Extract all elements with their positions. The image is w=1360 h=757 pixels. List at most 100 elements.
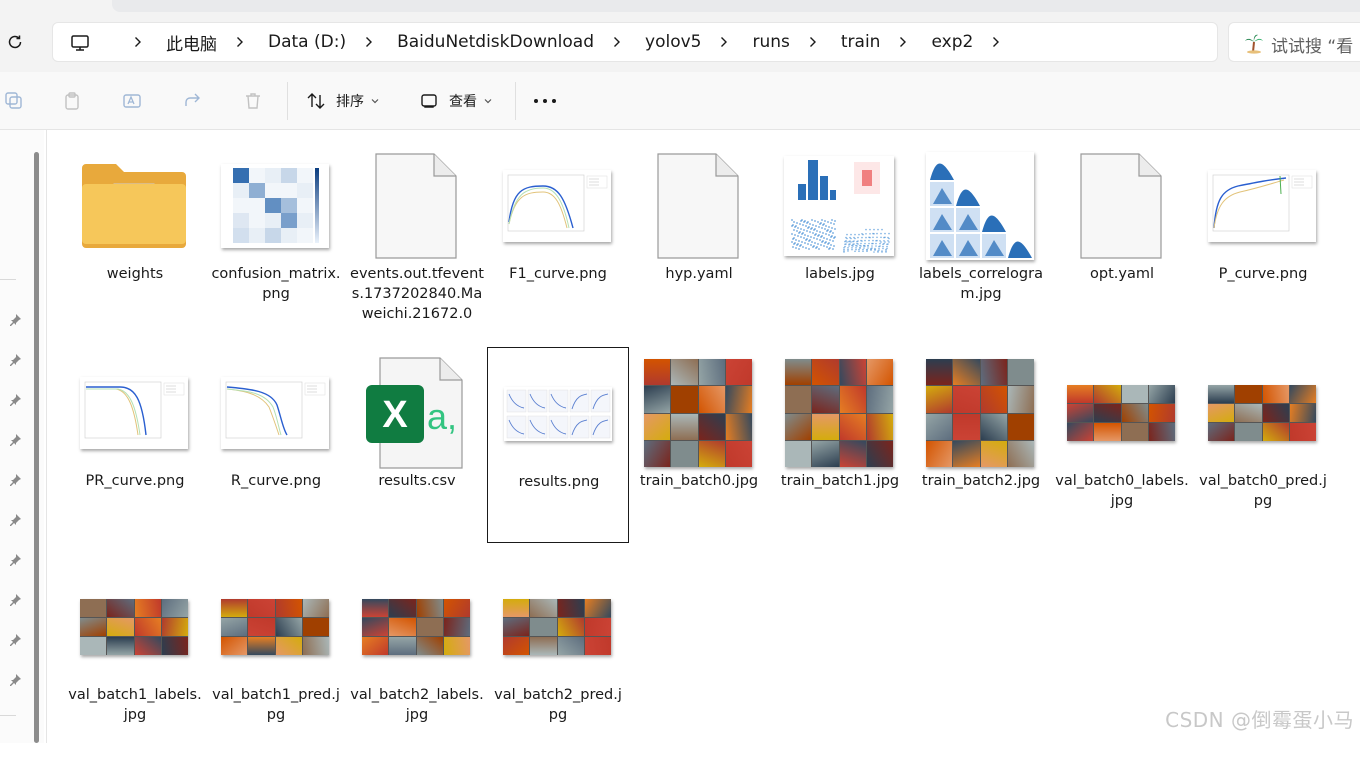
paste-icon[interactable] [62, 91, 82, 111]
breadcrumb-item[interactable]: exp2 [880, 32, 973, 52]
breadcrumb-label: 此电脑 [166, 34, 217, 55]
search-input[interactable]: 试试搜 “看 [1228, 22, 1360, 62]
chevron-right-icon[interactable] [131, 35, 145, 49]
breadcrumb-item[interactable]: BaiduNetdiskDownload [346, 32, 594, 52]
file-name: labels.jpg [805, 266, 875, 282]
file-item[interactable]: val_batch2_pred.jpg [487, 561, 629, 757]
file-name: opt.yaml [1090, 266, 1154, 282]
pin-icon[interactable] [8, 672, 22, 686]
file-item[interactable]: weights [64, 140, 206, 336]
file-item[interactable]: val_batch1_pred.jpg [205, 561, 347, 757]
file-name: results.csv [378, 473, 456, 489]
file-name: PR_curve.png [85, 473, 185, 489]
file-icon [356, 146, 476, 266]
file-item[interactable]: train_batch1.jpg [769, 347, 911, 543]
file-item[interactable]: PR_curve.png [64, 347, 206, 543]
file-item[interactable]: P_curve.png [1192, 140, 1334, 336]
pin-icon[interactable] [8, 432, 22, 446]
file-item[interactable]: hyp.yaml [628, 140, 770, 336]
breadcrumb-label: runs [752, 32, 790, 52]
breadcrumb-label: train [840, 32, 881, 52]
file-item[interactable]: confusion_matrix.png [205, 140, 347, 336]
file-name: val_batch1_labels.jpg [68, 687, 202, 723]
pin-icon[interactable] [8, 392, 22, 406]
pin-icon[interactable] [8, 312, 22, 326]
copy-icon[interactable] [4, 91, 24, 111]
pin-icon[interactable] [8, 352, 22, 366]
file-name: P_curve.png [1218, 266, 1308, 282]
breadcrumb-trailing-chevron[interactable] [973, 35, 1024, 49]
address-bar[interactable]: 此电脑 Data (D:) BaiduNetdiskDownload yolov5 ru… [52, 22, 1218, 62]
thumbnail [779, 353, 899, 473]
breadcrumb-item[interactable]: yolov5 [594, 32, 701, 52]
pin-icon[interactable] [8, 592, 22, 606]
file-item[interactable]: results.png [487, 347, 629, 543]
breadcrumb-item[interactable]: 此电脑 [115, 30, 217, 55]
file-name: labels_correlogram.jpg [919, 266, 1043, 302]
file-item[interactable]: val_batch0_pred.jpg [1192, 347, 1334, 543]
delete-icon[interactable] [243, 91, 263, 111]
share-icon[interactable] [183, 91, 203, 111]
pin-icon[interactable] [8, 552, 22, 566]
breadcrumb-item[interactable]: runs [701, 32, 790, 52]
this-pc-icon [71, 35, 89, 51]
file-item[interactable]: val_batch1_labels.jpg [64, 561, 206, 757]
breadcrumb: 此电脑 Data (D:) BaiduNetdiskDownload yolov5 ru… [115, 23, 1024, 61]
file-name: confusion_matrix.png [211, 266, 341, 302]
thumbnail [74, 353, 194, 473]
file-item[interactable]: opt.yaml [1051, 140, 1193, 336]
file-item[interactable]: labels.jpg [769, 140, 911, 336]
thumbnail [498, 354, 618, 474]
nav-scrollbar[interactable] [34, 152, 39, 743]
chevron-right-icon[interactable] [989, 35, 1003, 49]
sort-button[interactable]: 排序 [306, 87, 380, 115]
file-item[interactable]: val_batch2_labels.jpg [346, 561, 488, 757]
view-label: 查看 [449, 94, 477, 110]
breadcrumb-item[interactable]: Data (D:) [217, 32, 346, 52]
file-item[interactable]: F1_curve.png [487, 140, 629, 336]
file-name: hyp.yaml [665, 266, 733, 282]
refresh-icon [8, 35, 22, 49]
thumbnail [356, 567, 476, 687]
file-item[interactable]: R_curve.png [205, 347, 347, 543]
file-item[interactable]: train_batch0.jpg [628, 347, 770, 543]
file-name: R_curve.png [230, 473, 322, 489]
tab-edge [112, 0, 1360, 12]
chevron-right-icon[interactable] [806, 35, 820, 49]
breadcrumb-label: Data (D:) [268, 32, 347, 52]
breadcrumb-item[interactable]: train [790, 32, 881, 52]
thumbnail [74, 567, 194, 687]
file-item[interactable]: events.out.tfevents.1737202840.Maweichi.… [346, 140, 488, 336]
search-placeholder: 试试搜 “看 [1271, 37, 1354, 57]
pin-icon[interactable] [8, 512, 22, 526]
view-icon [421, 94, 437, 108]
refresh-button[interactable] [4, 31, 26, 53]
palm-tree-icon [1245, 34, 1263, 54]
chevron-right-icon[interactable] [717, 35, 731, 49]
rename-icon[interactable] [122, 91, 142, 111]
file-item[interactable]: labels_correlogram.jpg [910, 140, 1052, 336]
chevron-right-icon[interactable] [233, 35, 247, 49]
file-item[interactable]: train_batch2.jpg [910, 347, 1052, 543]
file-name: val_batch2_pred.jpg [494, 687, 622, 723]
nav-divider [0, 715, 16, 716]
command-bar: 排序 查看 [0, 72, 1360, 130]
chevron-right-icon[interactable] [896, 35, 910, 49]
folder-icon [74, 146, 194, 266]
nav-divider [0, 279, 16, 280]
pin-icon[interactable] [8, 472, 22, 486]
chevron-right-icon[interactable] [610, 35, 624, 49]
file-item[interactable]: val_batch0_labels.jpg [1051, 347, 1193, 543]
view-button[interactable]: 查看 [419, 87, 493, 115]
more-options-button[interactable] [534, 91, 556, 111]
file-name: val_batch0_labels.jpg [1055, 473, 1189, 509]
pin-icon[interactable] [8, 632, 22, 646]
thumbnail [638, 353, 758, 473]
file-name: train_batch1.jpg [780, 473, 900, 489]
toolbar-divider [515, 82, 516, 120]
chevron-right-icon[interactable] [362, 35, 376, 49]
thumbnail [920, 146, 1040, 266]
file-item[interactable]: Xa, results.csv [346, 347, 488, 543]
svg-text:a,: a, [427, 396, 457, 437]
file-name: events.out.tfevents.1737202840.Maweichi.… [350, 266, 484, 322]
